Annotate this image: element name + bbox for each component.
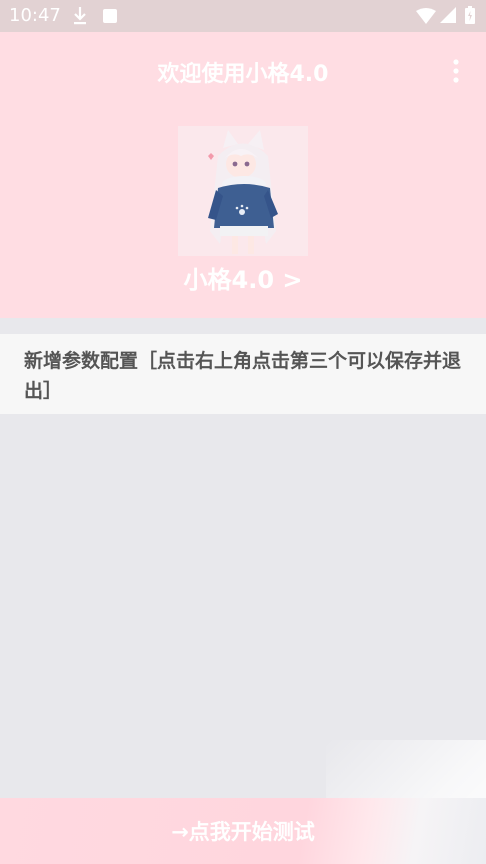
status-bar: 10:47 (0, 0, 486, 32)
a-badge-icon (103, 9, 117, 23)
status-time: 10:47 (9, 5, 61, 26)
avatar[interactable] (178, 126, 308, 256)
notice-text: 新增参数配置［点击右上角点击第三个可以保存并退出］ (24, 350, 462, 402)
anime-girl-illustration (178, 126, 308, 256)
signal-icon (440, 7, 456, 23)
download-icon (74, 7, 86, 25)
more-vert-icon[interactable] (452, 58, 460, 84)
notice-card[interactable]: 新增参数配置［点击右上角点击第三个可以保存并退出］ (0, 334, 486, 414)
header: 欢迎使用小格4.0 小格4.0 > (0, 32, 486, 318)
start-test-label: →点我开始测试 (171, 820, 315, 844)
profile-link[interactable]: 小格4.0 > (0, 260, 486, 295)
battery-icon (465, 6, 475, 24)
start-test-button[interactable]: →点我开始测试 (0, 798, 486, 864)
wifi-icon (416, 8, 436, 24)
app-title: 欢迎使用小格4.0 (157, 62, 329, 87)
